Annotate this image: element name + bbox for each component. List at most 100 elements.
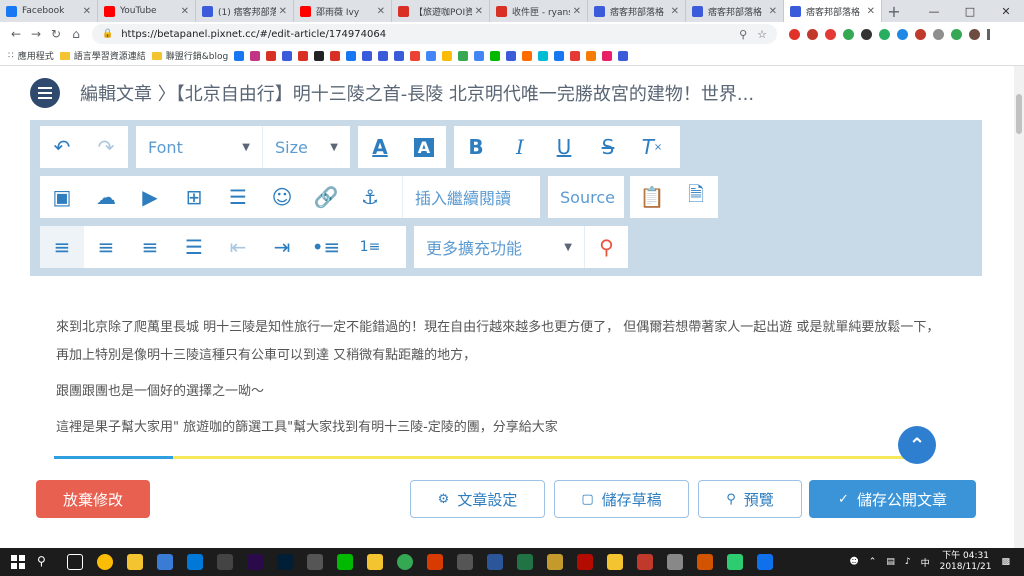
app-icon[interactable] [637, 554, 653, 570]
more-menu-icon[interactable] [987, 28, 990, 40]
page-scrollbar[interactable] [1014, 66, 1024, 548]
outdent-icon[interactable]: ⇤ [216, 226, 260, 268]
publish-button[interactable]: ✓ 儲存公開文章 [809, 480, 976, 518]
forward-icon[interactable]: → [26, 27, 46, 41]
browser-tab[interactable]: 痞客邦部落格 ✕ [686, 0, 784, 22]
bookmark-icon[interactable] [426, 50, 437, 61]
horizontal-rule-icon[interactable]: ☰ [216, 176, 260, 218]
browser-tab[interactable]: 【旅遊咖POI資 ✕ [392, 0, 490, 22]
text-color-icon[interactable]: A [358, 126, 402, 168]
more-extensions-select[interactable]: 更多擴充功能 ▼ [414, 226, 584, 268]
bookmark-icon[interactable] [298, 50, 309, 61]
bookmark-icon[interactable] [234, 50, 245, 61]
underline-icon[interactable]: U [542, 126, 586, 168]
extension-icon[interactable] [897, 28, 908, 40]
wechat-icon[interactable] [727, 554, 743, 570]
clock[interactable]: 下午 04:31 2018/11/21 [940, 551, 992, 573]
hamburger-menu-icon[interactable] [30, 78, 60, 108]
tab-close-icon[interactable]: ✕ [769, 6, 777, 17]
browser-tab[interactable]: (1) 痞客邦部落 ✕ [196, 0, 294, 22]
bookmark-icon[interactable] [458, 50, 469, 61]
extension-icon[interactable] [879, 28, 890, 40]
app-icon[interactable] [397, 554, 413, 570]
url-field[interactable]: 🔒 https://betapanel.pixnet.cc/#/edit-art… [92, 24, 777, 44]
word-icon[interactable] [487, 554, 503, 570]
app-icon[interactable] [217, 554, 233, 570]
bookmark-icon[interactable] [618, 50, 629, 61]
paste-text-icon[interactable]: 📋 [630, 176, 674, 218]
extension-icon[interactable] [861, 28, 872, 40]
people-icon[interactable]: ☻ [849, 557, 858, 567]
article-body[interactable]: 來到北京除了爬萬里長城 明十三陵是知性旅行一定不能錯過的！現在自由行越來越多也更… [56, 314, 956, 450]
extension-icon[interactable] [933, 28, 944, 40]
preview-button[interactable]: ⚲ 預覽 [698, 480, 802, 518]
line-icon[interactable] [337, 554, 353, 570]
browser-tab[interactable]: 收件匣 - ryans ✕ [490, 0, 588, 22]
bookmark-icon[interactable] [410, 50, 421, 61]
bookmark-icon[interactable] [538, 50, 549, 61]
tab-close-icon[interactable]: ✕ [475, 6, 483, 17]
table-icon[interactable]: ⊞ [172, 176, 216, 218]
excel-icon[interactable] [517, 554, 533, 570]
browser-tab[interactable]: 痞客邦部落格 ✕ [784, 0, 882, 22]
acrobat-icon[interactable] [577, 554, 593, 570]
office-icon[interactable] [427, 554, 443, 570]
map-button[interactable]: ⚲ [584, 226, 628, 268]
bookmark-icon[interactable] [570, 50, 581, 61]
clear-format-icon[interactable]: T × [630, 126, 674, 168]
strikethrough-icon[interactable]: S [586, 126, 630, 168]
app-icon[interactable] [367, 554, 383, 570]
app-icon[interactable] [547, 554, 563, 570]
font-select[interactable]: Font ▼ [136, 126, 262, 168]
bookmark-icon[interactable] [522, 50, 533, 61]
back-icon[interactable]: ← [6, 27, 26, 41]
align-justify-icon[interactable]: ☰ [172, 226, 216, 268]
insert-read-more-button[interactable]: 插入繼續閱讀 [402, 176, 540, 218]
scroll-to-top-icon[interactable]: ⌃ [898, 426, 936, 464]
network-icon[interactable]: ▤ [886, 557, 895, 567]
app-icon[interactable] [667, 554, 683, 570]
reload-icon[interactable]: ↻ [46, 27, 66, 41]
app-icon[interactable] [697, 554, 713, 570]
bookmark-icon[interactable] [442, 50, 453, 61]
background-color-icon[interactable]: A [402, 126, 446, 168]
indent-icon[interactable]: ⇥ [260, 226, 304, 268]
search-icon[interactable]: ⚲ [37, 554, 53, 570]
task-view-icon[interactable] [67, 554, 83, 570]
photoshop-icon[interactable] [277, 554, 293, 570]
bookmark-icon[interactable] [602, 50, 613, 61]
image-icon[interactable]: ▣ [40, 176, 84, 218]
bookmark-icon[interactable] [266, 50, 277, 61]
tab-close-icon[interactable]: ✕ [867, 6, 875, 17]
tab-close-icon[interactable]: ✕ [279, 6, 287, 17]
bookmark-icon[interactable] [250, 50, 261, 61]
bookmark-icon[interactable] [330, 50, 341, 61]
bookmark-icon[interactable] [554, 50, 565, 61]
numbered-list-icon[interactable]: 1≡ [348, 226, 392, 268]
bookmark-icon[interactable] [346, 50, 357, 61]
extension-icon[interactable] [915, 28, 926, 40]
redo-icon[interactable]: ↷ [84, 126, 128, 168]
align-left-icon[interactable]: ≡ [40, 226, 84, 268]
bookmark-icon[interactable] [282, 50, 293, 61]
undo-icon[interactable]: ↶ [40, 126, 84, 168]
app-icon[interactable] [457, 554, 473, 570]
italic-icon[interactable]: I [498, 126, 542, 168]
upload-cloud-icon[interactable]: ☁ [84, 176, 128, 218]
bookmark-icon[interactable] [394, 50, 405, 61]
tab-close-icon[interactable]: ✕ [377, 6, 385, 17]
chrome-icon[interactable] [97, 554, 113, 570]
browser-tab[interactable]: YouTube ✕ [98, 0, 196, 22]
close-window-icon[interactable]: ✕ [988, 0, 1024, 22]
bookmark-icon[interactable] [362, 50, 373, 61]
file-explorer-icon[interactable] [127, 554, 143, 570]
windows-start-icon[interactable] [6, 548, 30, 576]
teamviewer-icon[interactable] [757, 554, 773, 570]
paste-word-icon[interactable]: 🗎 [674, 176, 718, 218]
premiere-icon[interactable] [247, 554, 263, 570]
scrollbar-thumb[interactable] [1016, 94, 1022, 134]
save-draft-button[interactable]: ▢ 儲存草稿 [554, 480, 689, 518]
bookmark-icon[interactable] [506, 50, 517, 61]
browser-tab[interactable]: 邵雨薇 Ivy ✕ [294, 0, 392, 22]
extension-icon[interactable] [789, 28, 800, 40]
